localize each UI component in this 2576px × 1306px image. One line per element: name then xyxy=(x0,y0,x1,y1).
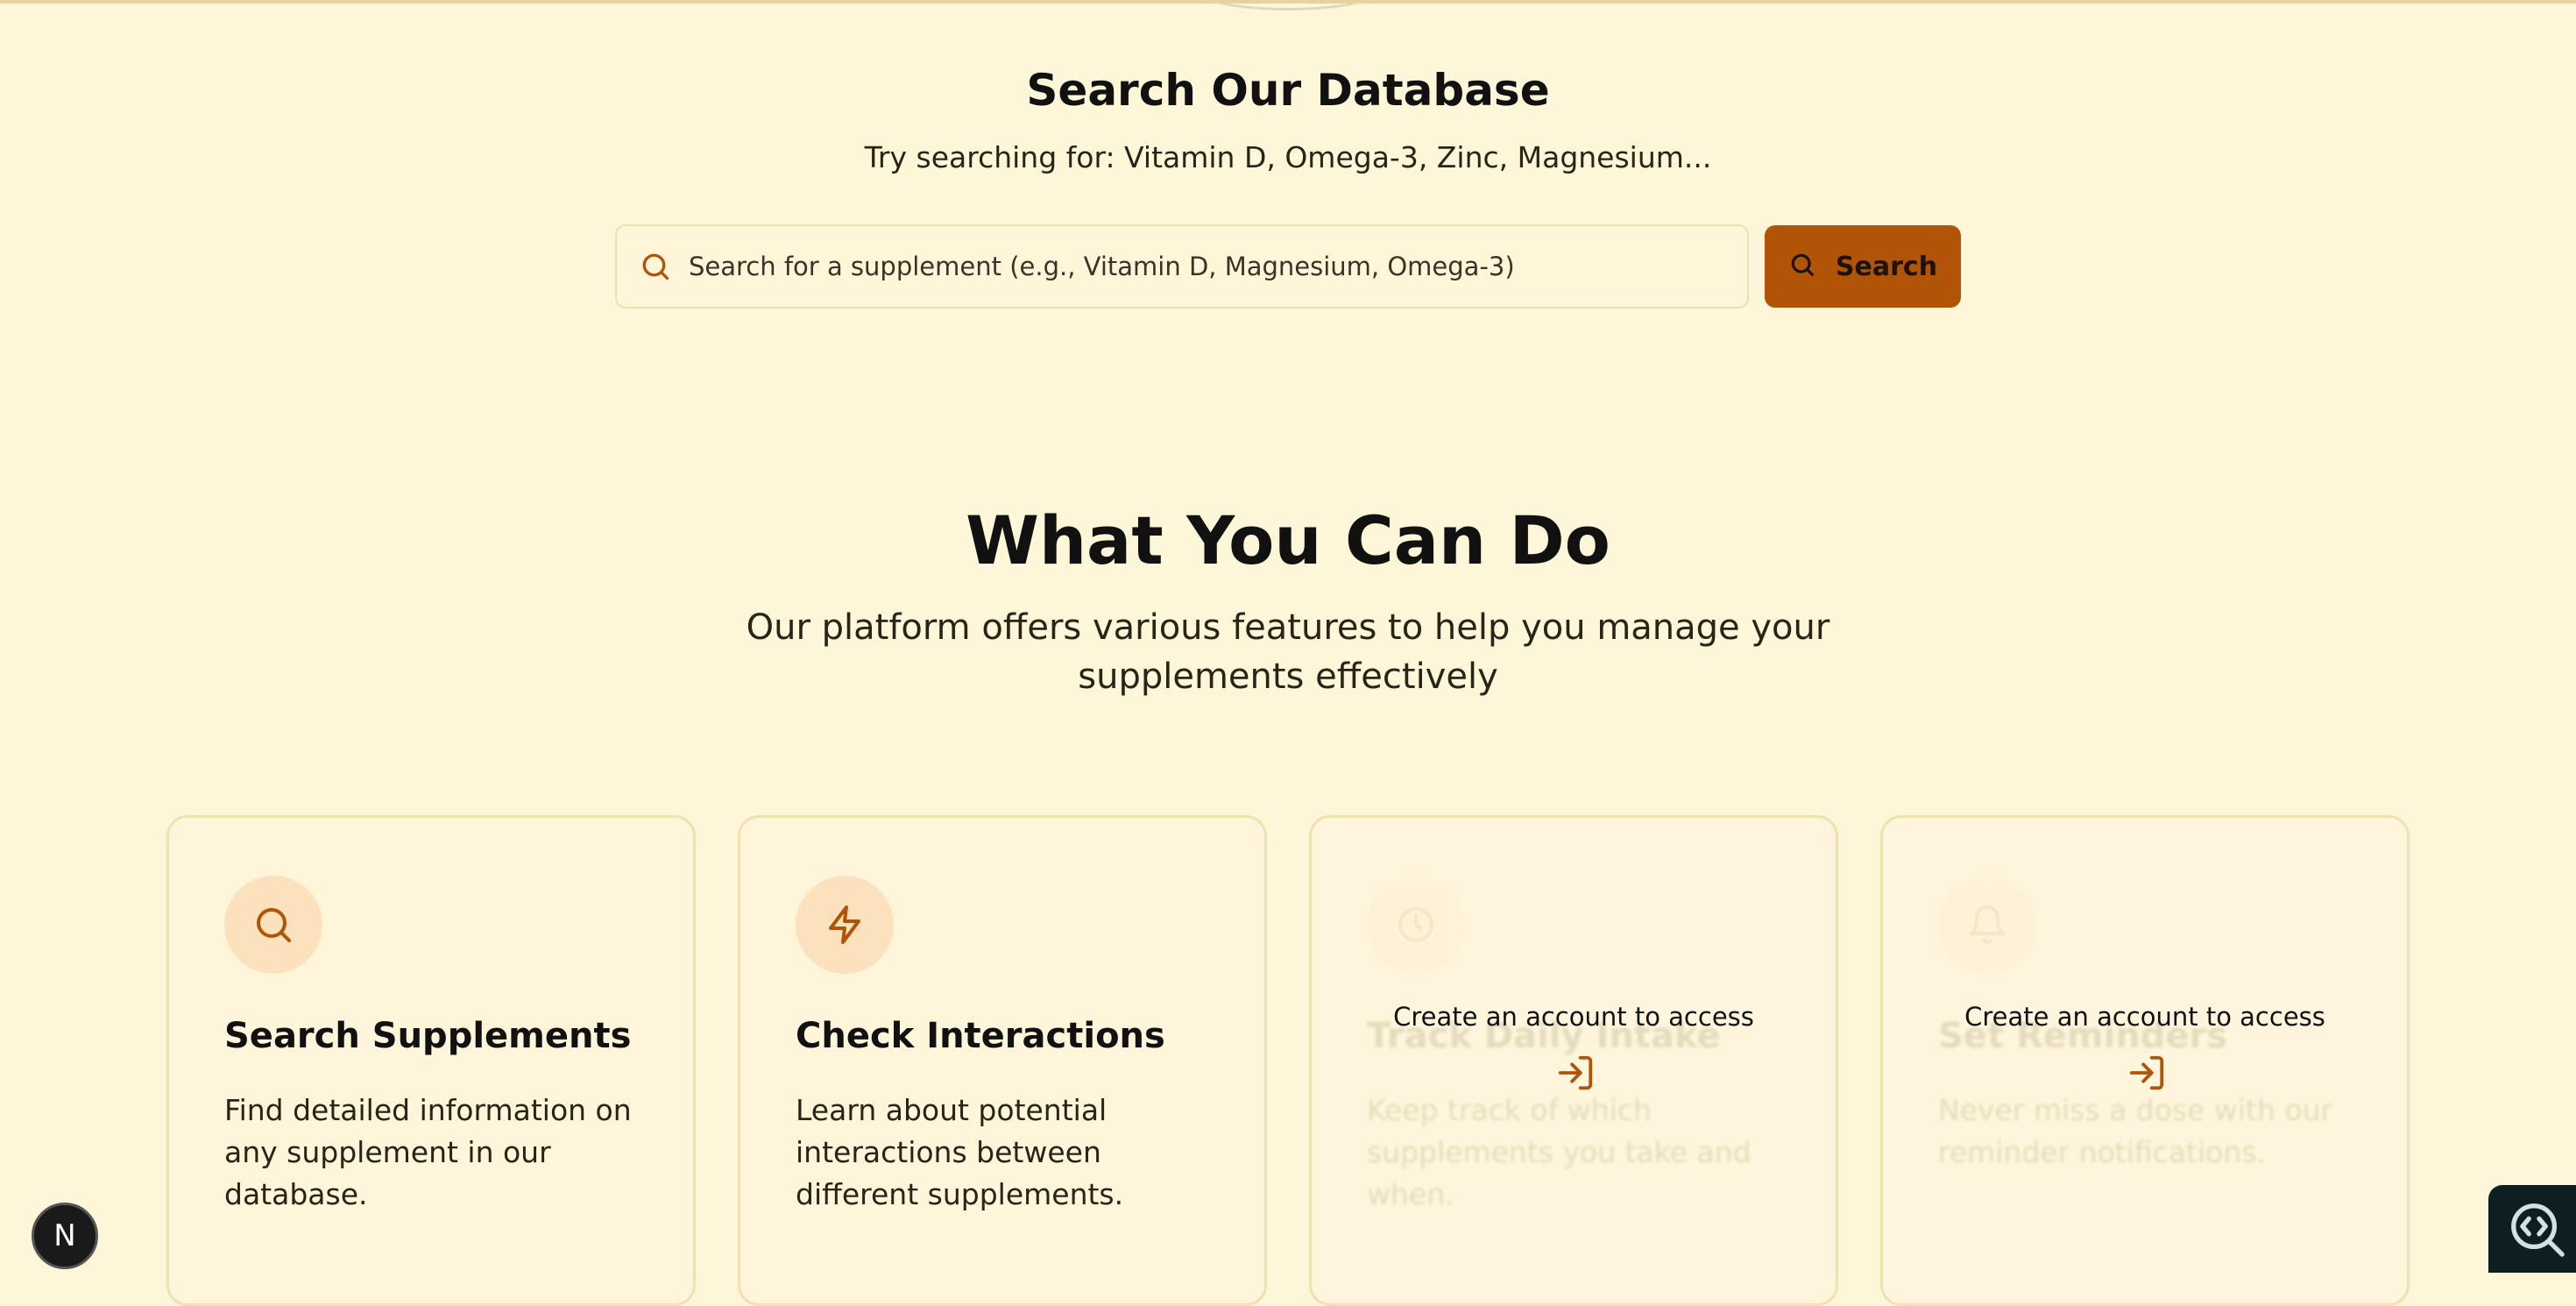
nextjs-dev-badge[interactable]: N xyxy=(32,1203,98,1269)
search-button[interactable]: Search xyxy=(1765,225,1961,308)
search-icon xyxy=(224,876,322,974)
feature-card-description: Learn about potential interactions betwe… xyxy=(796,1093,1124,1211)
search-icon xyxy=(638,249,673,284)
search-button-label: Search xyxy=(1835,251,1938,282)
code-search-icon xyxy=(2511,1203,2565,1257)
nextjs-logo-icon: N xyxy=(53,1218,76,1253)
lock-message: Create an account to access xyxy=(1393,1002,1754,1032)
feature-card-title: Search Supplements xyxy=(224,1016,632,1056)
feature-card-search-supplements[interactable]: Search Supplements Find detailed informa… xyxy=(166,815,696,1306)
feature-card-description: Find detailed information on any supplem… xyxy=(224,1093,632,1211)
search-icon xyxy=(1788,251,1816,282)
devtools-toggle-button[interactable] xyxy=(2488,1185,2576,1273)
log-in-icon[interactable] xyxy=(2127,1053,2167,1093)
zap-icon xyxy=(796,876,894,974)
feature-card-title: Check Interactions xyxy=(796,1016,1165,1056)
log-in-icon[interactable] xyxy=(1555,1053,1596,1093)
feature-card-set-reminders: Set Reminders Never miss a dose with our… xyxy=(1880,815,2410,1306)
features-title: What You Can Do xyxy=(966,501,1610,579)
search-section-subtitle: Try searching for: Vitamin D, Omega-3, Z… xyxy=(864,140,1712,174)
feature-card-track-daily-intake: Track Daily Intake Keep track of which s… xyxy=(1309,815,1838,1306)
lock-message: Create an account to access xyxy=(1964,1002,2325,1032)
feature-card-check-interactions[interactable]: Check Interactions Learn about potential… xyxy=(738,815,1267,1306)
search-field[interactable] xyxy=(615,224,1749,309)
features-subtitle: Our platform offers various features to … xyxy=(746,607,1830,697)
search-input[interactable] xyxy=(687,239,1747,294)
search-section-title: Search Our Database xyxy=(1026,65,1550,116)
